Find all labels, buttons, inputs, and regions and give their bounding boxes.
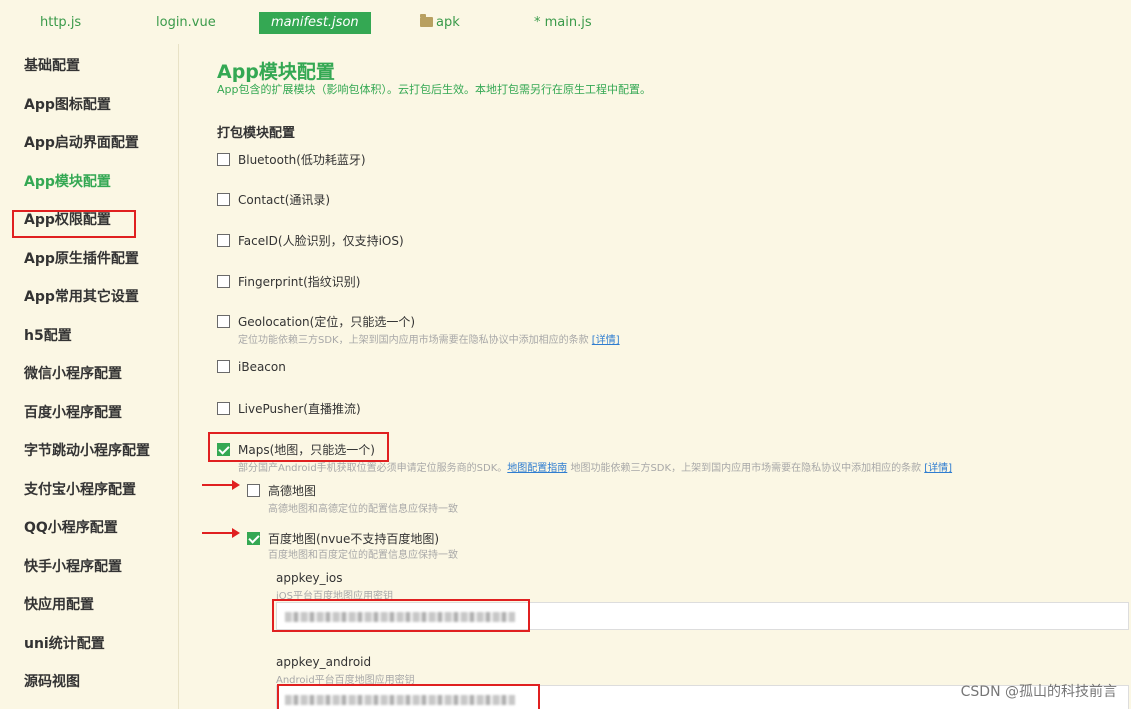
tab-http-js[interactable]: http.js [40,12,81,34]
page-description: App包含的扩展模块（影响包体积）。云打包后生效。本地打包需另行在原生工程中配置… [217,83,651,96]
sidebar-item-kuaishou[interactable]: 快手小程序配置 [24,555,122,579]
fingerprint-checkbox[interactable] [217,275,230,288]
maps-highlight-box [208,432,389,462]
section-title: 打包模块配置 [217,126,296,141]
amap-note: 高德地图和高德定位的配置信息应保持一致 [268,504,458,515]
module-contact[interactable]: Contact(通讯录) [217,191,330,208]
faceid-label: FaceID(人脸识别，仅支持iOS) [238,234,404,248]
module-ibeacon[interactable]: iBeacon [217,360,286,374]
tab-apk-label: apk [436,15,460,30]
module-config-panel: App模块配置 App包含的扩展模块（影响包体积）。云打包后生效。本地打包需另行… [178,40,1131,709]
page-title: App模块配置 [217,61,335,83]
maps-details-link[interactable]: [详情] [924,463,952,474]
tab-apk[interactable]: apk [420,12,460,34]
sidebar-item-uni-stat[interactable]: uni统计配置 [24,632,105,656]
amap-checkbox[interactable] [247,484,260,497]
sidebar-item-toutiao[interactable]: 字节跳动小程序配置 [24,439,150,463]
geolocation-checkbox[interactable] [217,315,230,328]
sidebar-item-alipay[interactable]: 支付宝小程序配置 [24,478,136,502]
ibeacon-label: iBeacon [238,360,286,374]
tab-login-vue[interactable]: login.vue [156,12,216,34]
settings-sidebar: 基础配置 App图标配置 App启动界面配置 App模块配置 App权限配置 A… [0,40,178,709]
geolocation-details-link[interactable]: [详情] [592,335,620,346]
module-baidu-map[interactable]: 百度地图(nvue不支持百度地图) [247,530,439,547]
contact-label: Contact(通讯录) [238,193,331,207]
geolocation-note-text: 定位功能依赖三方SDK，上架到国内应用市场需要在隐私协议中添加相应的条款 [238,335,589,346]
module-livepusher[interactable]: LivePusher(直播推流) [217,400,361,417]
sidebar-highlight-box [12,210,136,238]
bluetooth-checkbox[interactable] [217,153,230,166]
module-amap[interactable]: 高德地图 [247,482,316,499]
maps-guide-link[interactable]: 地图配置指南 [507,463,567,474]
fingerprint-label: Fingerprint(指纹识别) [238,275,361,289]
geolocation-label: Geolocation(定位，只能选一个) [238,315,416,329]
folder-icon [420,14,433,27]
baidu-map-checkbox[interactable] [247,532,260,545]
livepusher-checkbox[interactable] [217,402,230,415]
sidebar-item-qq[interactable]: QQ小程序配置 [24,516,118,540]
ios-key-highlight-box [272,599,530,632]
faceid-checkbox[interactable] [217,234,230,247]
baidu-map-label: 百度地图(nvue不支持百度地图) [268,532,440,546]
geolocation-note: 定位功能依赖三方SDK，上架到国内应用市场需要在隐私协议中添加相应的条款 [详情… [238,331,620,346]
sidebar-item-source-view[interactable]: 源码视图 [24,670,80,694]
sidebar-item-basic[interactable]: 基础配置 [24,54,80,78]
bluetooth-label: Bluetooth(低功耗蓝牙) [238,153,366,167]
maps-note: 部分国产Android手机获取位置必须申请定位服务商的SDK。地图配置指南 地图… [238,459,952,474]
sidebar-item-app-splash[interactable]: App启动界面配置 [24,131,139,155]
ibeacon-checkbox[interactable] [217,360,230,373]
arrow-amap [202,480,240,490]
module-faceid[interactable]: FaceID(人脸识别，仅支持iOS) [217,232,404,249]
maps-note-text-a: 部分国产Android手机获取位置必须申请定位服务商的SDK。 [238,463,508,474]
module-geolocation[interactable]: Geolocation(定位，只能选一个) [217,313,415,330]
sidebar-item-weixin[interactable]: 微信小程序配置 [24,362,122,386]
csdn-watermark: CSDN @孤山的科技前言 [960,684,1117,700]
sidebar-item-baidu[interactable]: 百度小程序配置 [24,401,122,425]
sidebar-item-app-modules[interactable]: App模块配置 [24,170,111,194]
module-bluetooth[interactable]: Bluetooth(低功耗蓝牙) [217,151,366,168]
sidebar-item-app-icon[interactable]: App图标配置 [24,93,111,117]
sidebar-item-app-other[interactable]: App常用其它设置 [24,285,139,309]
editor-tab-bar: http.js login.vue manifest.json apk * ma… [0,0,1131,40]
module-fingerprint[interactable]: Fingerprint(指纹识别) [217,273,360,290]
arrow-baidu [202,528,240,538]
appkey-ios-label: appkey_ios [276,571,343,585]
sidebar-item-h5[interactable]: h5配置 [24,324,72,348]
amap-label: 高德地图 [268,484,317,498]
android-key-highlight-box [277,684,540,709]
tab-main-js[interactable]: * main.js [534,12,592,34]
livepusher-label: LivePusher(直播推流) [238,402,361,416]
sidebar-item-app-native-plugins[interactable]: App原生插件配置 [24,247,139,271]
tab-manifest-json[interactable]: manifest.json [259,12,371,34]
contact-checkbox[interactable] [217,193,230,206]
sidebar-item-quickapp[interactable]: 快应用配置 [24,593,94,617]
maps-note-text-b: 地图功能依赖三方SDK，上架到国内应用市场需要在隐私协议中添加相应的条款 [567,463,922,474]
appkey-android-label: appkey_android [276,655,372,669]
baidu-map-note: 百度地图和百度定位的配置信息应保持一致 [268,550,458,561]
